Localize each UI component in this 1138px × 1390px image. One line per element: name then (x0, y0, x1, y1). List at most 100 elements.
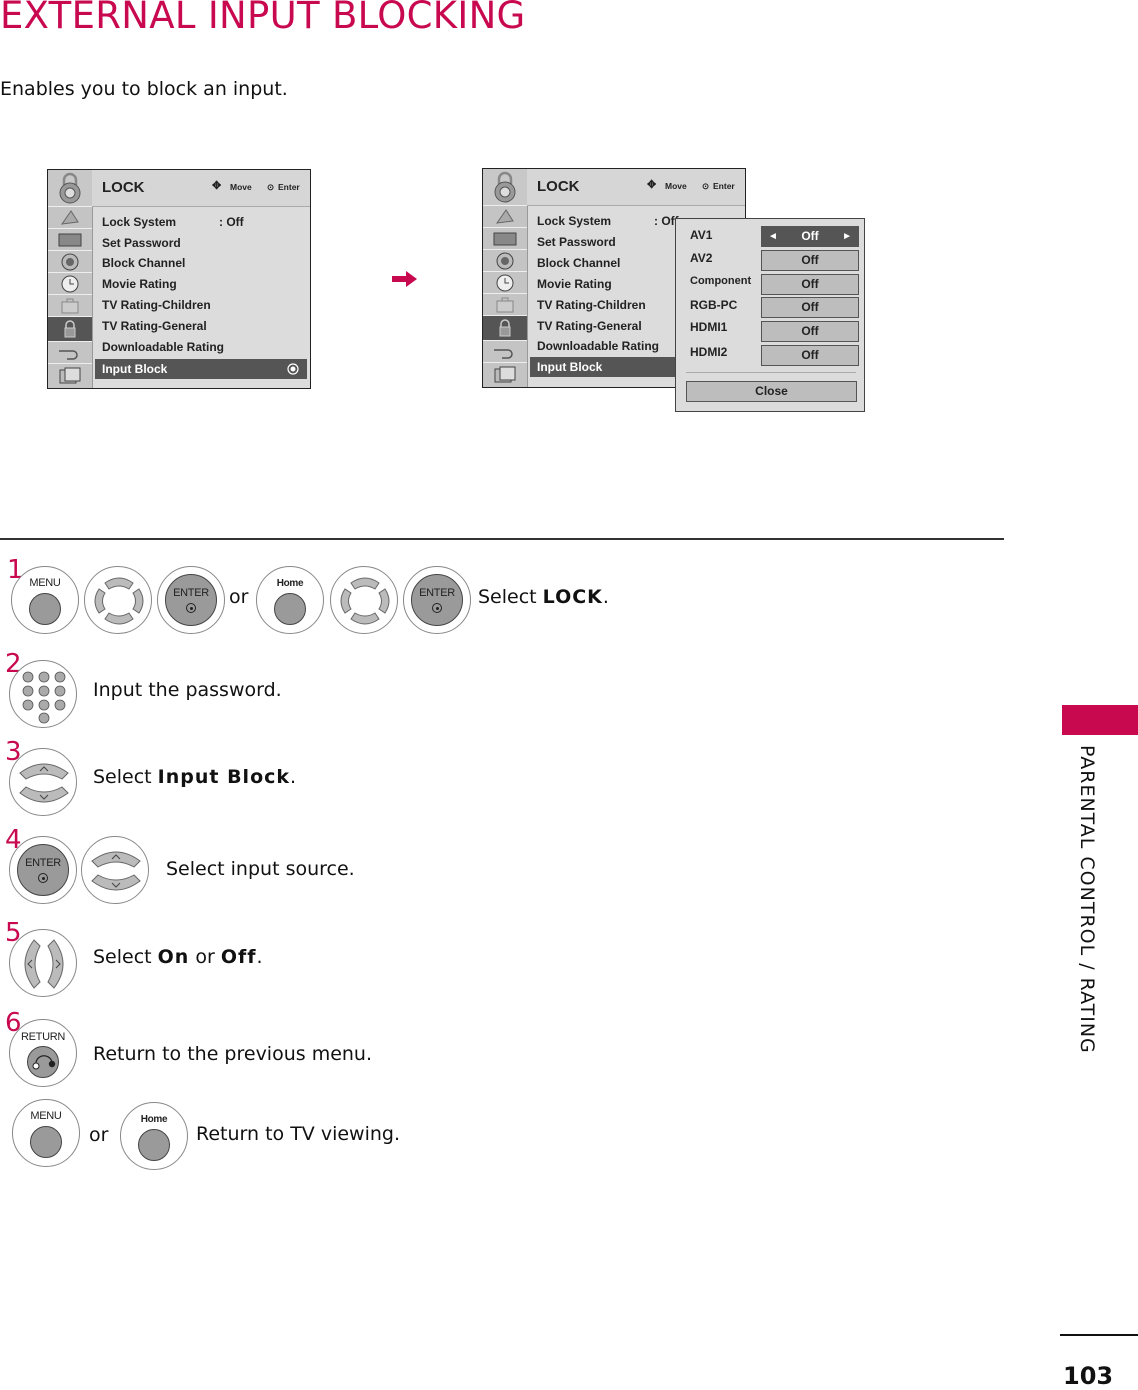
section-tab-label: PARENTAL CONTROL / RATING (1070, 745, 1100, 1085)
menu-item-downloadable-rating[interactable]: Downloadable Rating (102, 340, 224, 354)
hdmi2-toggle[interactable]: Off (761, 345, 859, 366)
return-button[interactable]: RETURN (9, 1019, 77, 1087)
clock-icon (48, 273, 92, 295)
menu-title: LOCK (537, 178, 580, 195)
move-hint-icon: ✥ (212, 180, 222, 192)
menu-item-set-password[interactable]: Set Password (102, 236, 181, 250)
step5-prefix: Select (93, 946, 158, 968)
lock-small-icon (48, 317, 92, 342)
menu-item-set-password[interactable]: Set Password (537, 235, 616, 249)
step5-mid: or (189, 946, 221, 968)
step1-or: or (229, 586, 249, 608)
page-number: 103 (1063, 1362, 1114, 1390)
home-button[interactable]: Home (120, 1102, 188, 1170)
lock-menu-before: LOCK ✥ Move ⊙ Enter Lock System : Off Se… (47, 169, 311, 389)
enter-hint: Enter (278, 182, 300, 192)
menu-item-movie-rating[interactable]: Movie Rating (102, 277, 177, 291)
popup-label-rgb-pc: RGB-PC (690, 298, 738, 312)
page-title: EXTERNAL INPUT BLOCKING (0, 0, 526, 37)
input-block-popup: AV1 ◄ Off ► AV2 Off Component Off RGB-PC… (675, 218, 865, 412)
tv-screen-icon (48, 229, 92, 251)
move-hint: Move (665, 181, 687, 191)
menu-sidebar (483, 169, 528, 387)
tv-screen-icon (483, 228, 527, 250)
left-arrow-icon[interactable]: ◄ (768, 227, 778, 246)
hdmi1-toggle[interactable]: Off (761, 321, 859, 342)
up-down-arrows-icon (91, 851, 141, 891)
enter-hint-icon: ⊙ (267, 182, 275, 192)
popup-label-av1: AV1 (690, 228, 713, 242)
antenna-icon (48, 207, 92, 229)
nav-pad-button[interactable] (84, 566, 152, 634)
input-block-label: Input Block (102, 362, 168, 376)
briefcase-icon (48, 295, 92, 317)
menu-item-lock-system[interactable]: Lock System (537, 214, 611, 228)
left-right-button[interactable] (9, 929, 77, 997)
number-keypad-button[interactable] (9, 660, 77, 728)
section-tab-marker (1062, 705, 1138, 735)
cable-icon (48, 342, 92, 364)
av1-toggle[interactable]: ◄ Off ► (761, 226, 859, 247)
menu-button[interactable]: MENU (12, 1099, 80, 1167)
menu-item-tv-rating-general[interactable]: TV Rating-General (102, 319, 207, 333)
home-button[interactable]: Home (256, 566, 324, 634)
component-toggle[interactable]: Off (761, 274, 859, 295)
page-number-rule (1060, 1334, 1138, 1336)
step1-prefix: Select (478, 586, 543, 608)
enter-dot-icon (38, 873, 48, 883)
section-tab-text: PARENTAL CONTROL / RATING (1076, 745, 1098, 1054)
step7-or: or (89, 1124, 109, 1146)
av2-toggle[interactable]: Off (761, 250, 859, 271)
menu-item-block-channel[interactable]: Block Channel (537, 256, 620, 270)
left-right-arrows-icon (24, 939, 64, 989)
nav-pad-button[interactable] (330, 566, 398, 634)
rgb-pc-toggle[interactable]: Off (761, 297, 859, 318)
menu-button-label: MENU (30, 1110, 62, 1122)
up-down-button[interactable] (9, 748, 77, 816)
return-arrow-icon (32, 1055, 56, 1070)
step5-suffix: . (256, 946, 263, 968)
section-divider (0, 538, 1004, 540)
step1-bold: LOCK (542, 586, 603, 608)
menu-header: LOCK ✥ Move ⊙ Enter (527, 169, 745, 206)
menu-item-block-channel[interactable]: Block Channel (102, 256, 185, 270)
step6-text: Return to the previous menu. (93, 1043, 373, 1065)
step4-text: Select input source. (166, 858, 355, 880)
enter-button-label: ENTER (25, 857, 61, 869)
enter-button[interactable]: ENTER (157, 566, 225, 634)
menu-sidebar (48, 170, 93, 388)
step2-text: Input the password. (93, 679, 282, 701)
step5-off: Off (220, 946, 257, 968)
home-button-cap (138, 1129, 170, 1161)
menu-button-cap (29, 593, 61, 625)
home-button-label: Home (276, 578, 304, 589)
enter-hint-icon: ⊙ (702, 181, 710, 191)
step3-bold: Input Block (157, 766, 291, 788)
menu-item-input-block[interactable]: Input Block (95, 359, 307, 379)
step3-suffix: . (290, 766, 297, 788)
step7-text: Return to TV viewing. (196, 1123, 401, 1145)
enter-button[interactable]: ENTER (9, 836, 77, 904)
menu-button[interactable]: MENU (11, 566, 79, 634)
enter-button[interactable]: ENTER (403, 566, 471, 634)
photo-icon (483, 363, 527, 387)
menu-item-tv-rating-children[interactable]: TV Rating-Children (537, 298, 646, 312)
keypad-icon (22, 671, 66, 724)
menu-item-tv-rating-general[interactable]: TV Rating-General (537, 319, 642, 333)
home-button-label: Home (140, 1114, 168, 1125)
menu-item-movie-rating[interactable]: Movie Rating (537, 277, 612, 291)
clock-icon (483, 272, 527, 294)
speaker-icon (48, 251, 92, 273)
popup-label-av2: AV2 (690, 251, 713, 265)
popup-label-hdmi2: HDMI2 (690, 345, 728, 359)
up-down-button[interactable] (81, 836, 149, 904)
close-button[interactable]: Close (686, 381, 857, 402)
home-button-cap (274, 593, 306, 625)
menu-header: LOCK ✥ Move ⊙ Enter (92, 170, 310, 207)
right-arrow-icon (392, 271, 417, 287)
popup-label-hdmi1: HDMI1 (690, 320, 728, 334)
menu-item-lock-system[interactable]: Lock System (102, 215, 176, 229)
menu-item-downloadable-rating[interactable]: Downloadable Rating (537, 339, 659, 353)
menu-item-tv-rating-children[interactable]: TV Rating-Children (102, 298, 211, 312)
right-arrow-icon[interactable]: ► (842, 227, 852, 246)
